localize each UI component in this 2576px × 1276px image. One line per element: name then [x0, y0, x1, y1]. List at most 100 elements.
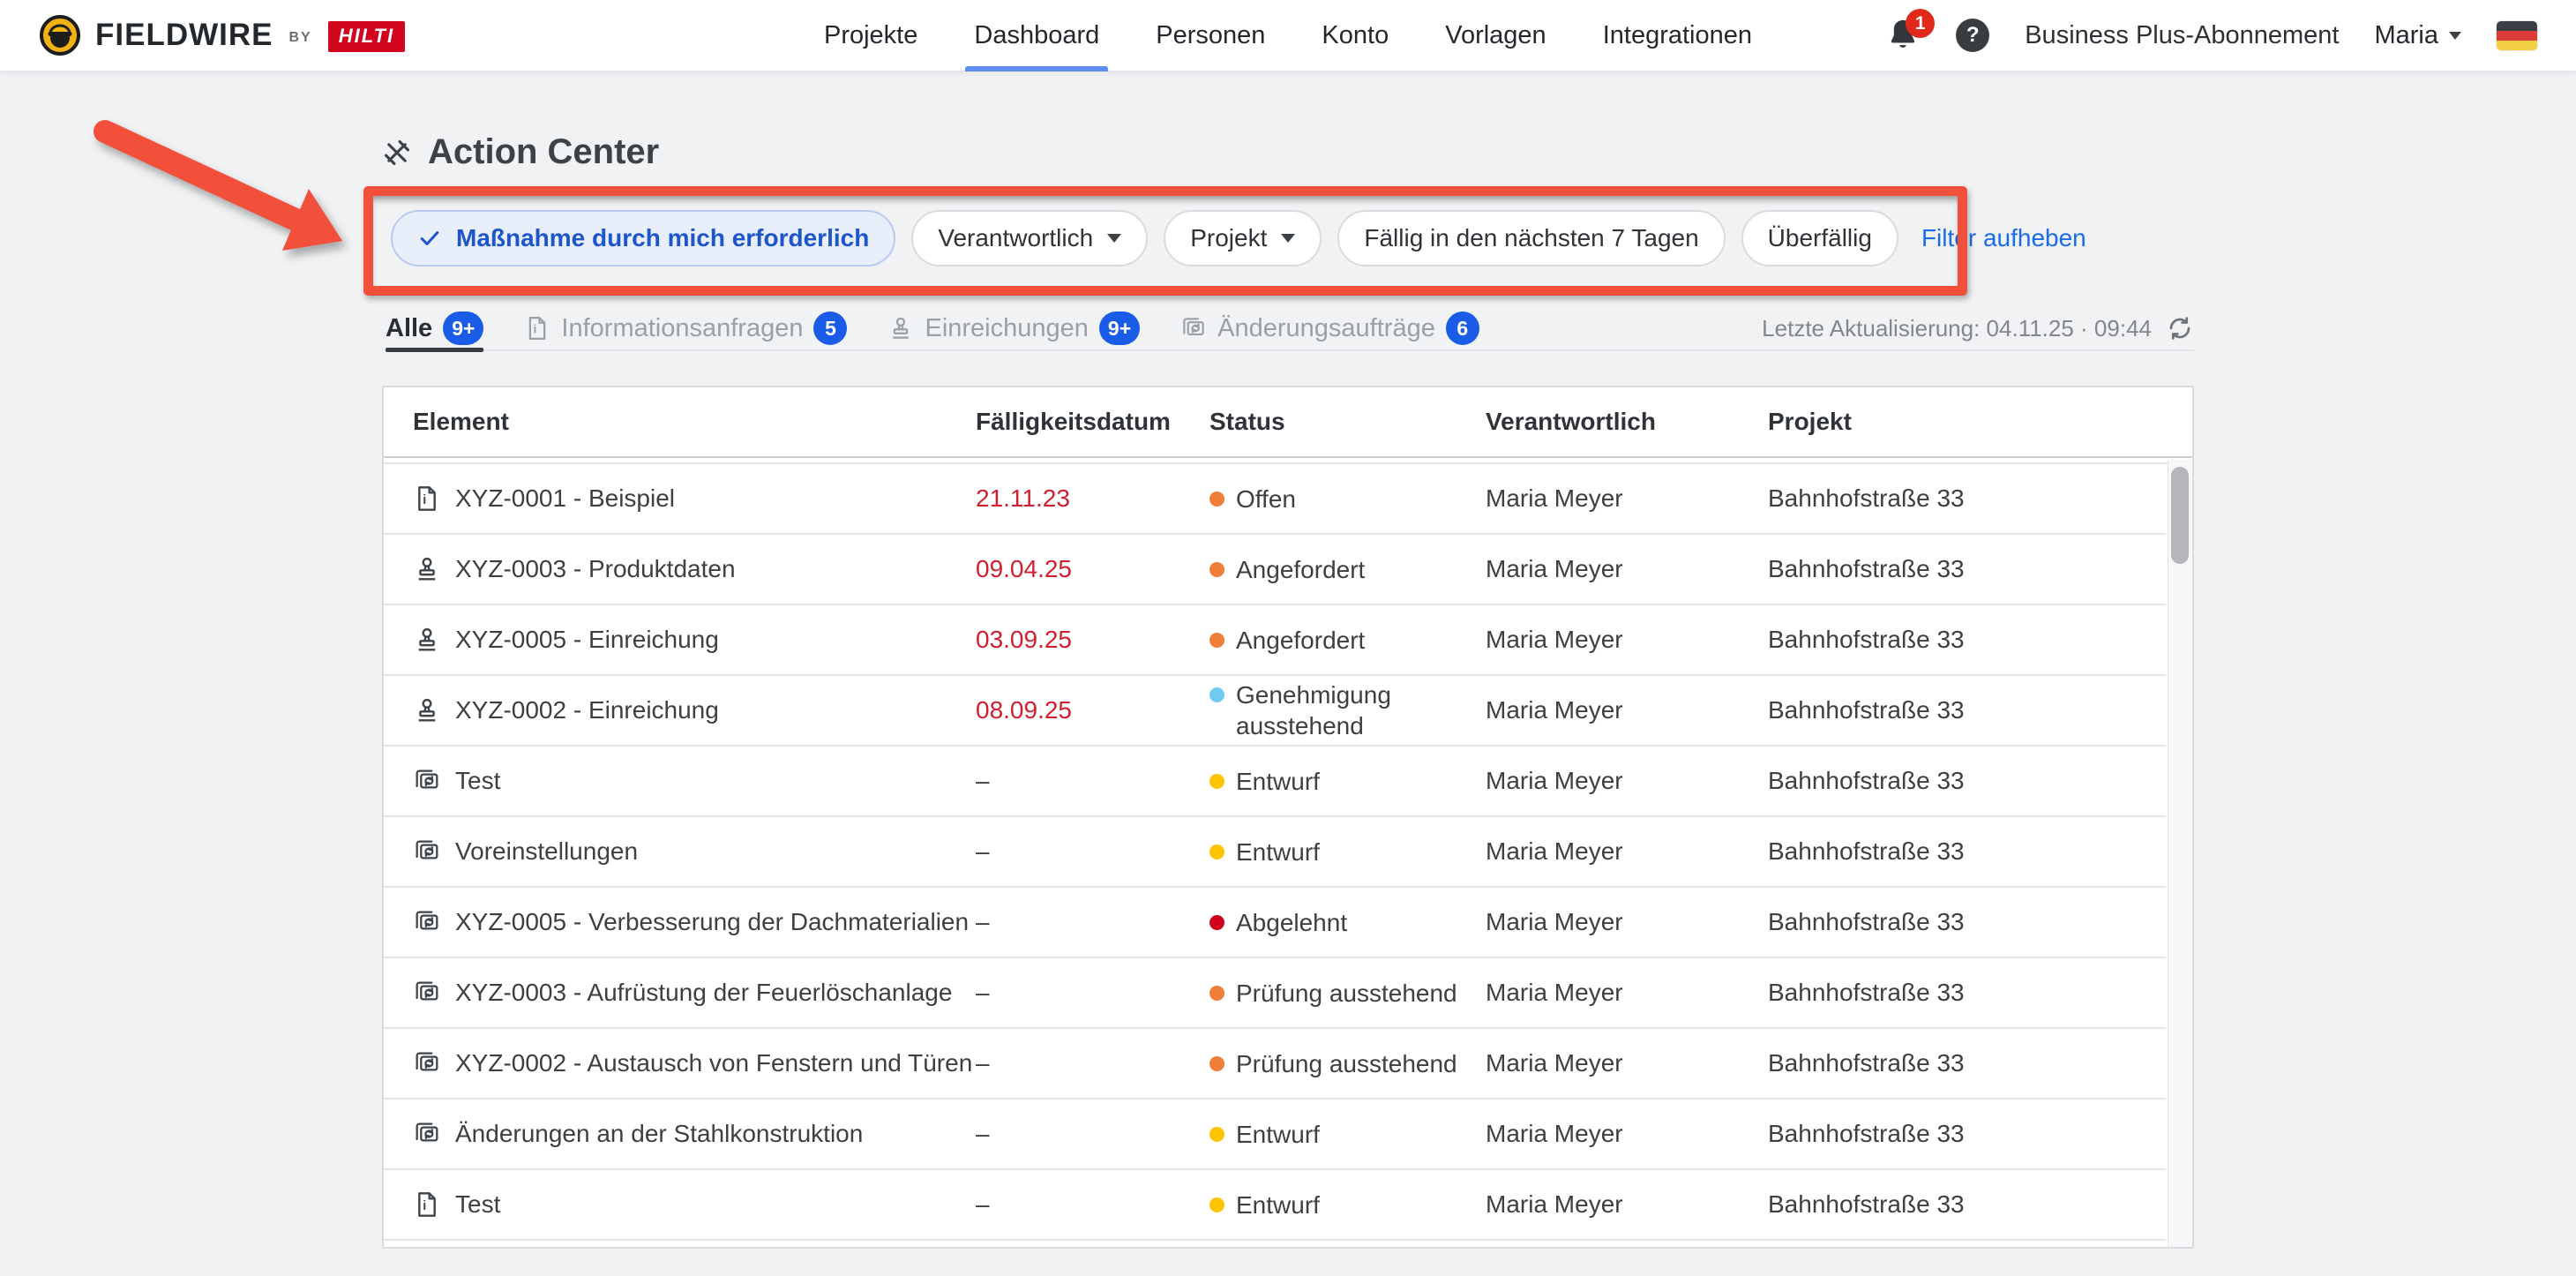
status-dot [1209, 1197, 1224, 1212]
element-type-icon: i [413, 484, 441, 513]
nav-item-label: Projekte [824, 21, 917, 50]
status-dot [1209, 774, 1224, 789]
table-row[interactable]: XYZ-0002 - Austausch von Fenstern und Tü… [384, 1029, 2166, 1100]
element-name: XYZ-0002 - Einreichung [455, 696, 719, 724]
assignee-cell: Maria Meyer [1486, 1120, 1768, 1148]
svg-text:i: i [423, 493, 426, 507]
notifications-button[interactable]: 1 [1885, 17, 1921, 54]
nav-item[interactable]: Integrationen [1603, 0, 1752, 71]
element-type-icon: i [413, 1190, 441, 1219]
table-scrollbar-track[interactable] [2168, 460, 2192, 1247]
language-flag-german[interactable] [2497, 21, 2537, 50]
tab-count-badge: 6 [1446, 311, 1479, 345]
element-cell: XYZ-0003 - Aufrüstung der Feuerlöschanla… [413, 979, 976, 1007]
table-row[interactable]: XYZ-0003 - Aufrüstung der Feuerlöschanla… [384, 958, 2166, 1029]
annotation-arrow [93, 119, 366, 269]
tab-label: Informationsanfragen [561, 314, 803, 343]
brand-by-label: BY [288, 30, 311, 46]
nav-item[interactable]: Konto [1322, 0, 1389, 71]
tab[interactable]: Änderungsaufträge 6 [1180, 306, 1479, 350]
nav-item[interactable]: Vorlagen [1445, 0, 1546, 71]
user-name: Maria [2374, 21, 2438, 50]
table-row[interactable]: i Test – Entwurf Maria Meyer Bahnhofstra… [384, 1170, 2166, 1241]
action-items-table: ElementFälligkeitsdatumStatusVerantwortl… [382, 386, 2194, 1249]
tab[interactable]: Alle 9+ [386, 306, 483, 350]
element-cell: XYZ-0003 - Produktdaten [413, 555, 976, 583]
element-type-icon [413, 1049, 441, 1077]
table-row[interactable]: i XYZ-0001 - Beispiel 21.11.23 Offen Mar… [384, 464, 2166, 535]
fieldwire-dashboard-screen: FIELDWIRE BY HILTI Projekte Dashboard Pe… [0, 0, 2576, 1276]
assignee-cell: Maria Meyer [1486, 1190, 1768, 1219]
fieldwire-logo[interactable]: FIELDWIRE BY HILTI [39, 14, 405, 56]
clear-filters-link[interactable]: Filter aufheben [1921, 224, 2086, 252]
status-dot [1209, 986, 1224, 1001]
table-row[interactable]: Änderungen an der Stahlkonstruktion – En… [384, 1100, 2166, 1170]
nav-item[interactable]: Projekte [824, 0, 917, 71]
tab-label: Einreichungen [925, 314, 1088, 343]
due-date-cell: – [976, 1190, 1209, 1219]
tab[interactable]: Einreichungen 9+ [887, 306, 1140, 350]
status-label: Offen [1236, 484, 1296, 514]
assignee-cell: Maria Meyer [1486, 1049, 1768, 1077]
main-nav: Projekte Dashboard Personen Konto Vorlag… [824, 0, 1752, 71]
status-label: Abgelehnt [1236, 907, 1347, 938]
nav-item[interactable]: Personen [1156, 0, 1265, 71]
element-cell: XYZ-0002 - Einreichung [413, 696, 976, 724]
table-row[interactable]: XYZ-0003 - Produktdaten 09.04.25 Angefor… [384, 535, 2166, 605]
check-icon [417, 226, 442, 251]
element-cell: i XYZ-0001 - Beispiel [413, 484, 976, 513]
table-scrollbar-thumb[interactable] [2171, 467, 2189, 564]
last-updated: Letzte Aktualisierung: 04.11.25 · 09:44 [1762, 314, 2194, 342]
element-name: XYZ-0005 - Einreichung [455, 626, 719, 654]
user-menu[interactable]: Maria [2374, 21, 2461, 50]
status-cell: Offen [1209, 484, 1486, 514]
due-date-cell: 03.09.25 [976, 626, 1209, 654]
status-dot [1209, 492, 1224, 507]
status-label: Angefordert [1236, 625, 1365, 656]
element-type-icon [413, 626, 441, 654]
element-type-icon [413, 1120, 441, 1148]
element-cell: Änderungen an der Stahlkonstruktion [413, 1120, 976, 1148]
tab[interactable]: i Informationsanfragen 5 [524, 306, 847, 350]
status-cell: Prüfung ausstehend [1209, 978, 1486, 1009]
filter-dropdown-chip[interactable]: Verantwortlich [911, 210, 1148, 266]
tab-icon [887, 315, 914, 342]
filter-toggle-chip[interactable]: Fällig in den nächsten 7 Tagen [1337, 210, 1725, 266]
filter-chip-action-required[interactable]: Maßnahme durch mich erforderlich [391, 210, 895, 266]
status-label: Prüfung ausstehend [1236, 1048, 1457, 1079]
table-row[interactable]: Voreinstellungen – Entwurf Maria Meyer B… [384, 817, 2166, 888]
refresh-icon[interactable] [2166, 314, 2194, 342]
status-label: Genehmigung ausstehend [1236, 679, 1464, 741]
table-row[interactable]: XYZ-0005 - Einreichung 03.09.25 Angeford… [384, 605, 2166, 676]
table-row[interactable]: XYZ-0002 - Einreichung 08.09.25 Genehmig… [384, 676, 2166, 747]
element-type-icon [413, 696, 441, 724]
assignee-cell: Maria Meyer [1486, 696, 1768, 724]
project-cell: Bahnhofstraße 33 [1768, 767, 2166, 795]
project-cell: Bahnhofstraße 33 [1768, 837, 2166, 866]
status-cell: Angefordert [1209, 625, 1486, 656]
filter-dropdown-chip[interactable]: Projekt [1164, 210, 1322, 266]
table-row[interactable]: XYZ-0005 - Verbesserung der Dachmaterial… [384, 888, 2166, 958]
due-date-cell: – [976, 908, 1209, 936]
page-title-row: Action Center [382, 132, 659, 172]
tab-icon: i [524, 315, 550, 342]
nav-item[interactable]: Dashboard [974, 0, 1099, 71]
element-cell: Voreinstellungen [413, 837, 976, 866]
help-button[interactable]: ? [1956, 19, 1989, 52]
status-cell: Abgelehnt [1209, 907, 1486, 938]
due-date-cell: – [976, 837, 1209, 866]
project-cell: Bahnhofstraße 33 [1768, 1190, 2166, 1219]
element-name: XYZ-0001 - Beispiel [455, 484, 675, 513]
filter-chip-label: Verantwortlich [938, 224, 1093, 252]
element-cell: Test [413, 767, 976, 795]
table-row[interactable]: Test – Entwurf Maria Meyer Bahnhofstraße… [384, 747, 2166, 817]
status-label: Entwurf [1236, 766, 1320, 797]
status-label: Entwurf [1236, 837, 1320, 867]
filter-toggle-chip[interactable]: Überfällig [1741, 210, 1898, 266]
status-dot [1209, 1056, 1224, 1071]
tab-count-badge: 9+ [443, 311, 483, 345]
status-cell: Entwurf [1209, 837, 1486, 867]
element-cell: XYZ-0005 - Verbesserung der Dachmaterial… [413, 908, 976, 936]
tab-count-badge: 5 [813, 311, 847, 345]
status-cell: Genehmigung ausstehend [1209, 679, 1486, 741]
